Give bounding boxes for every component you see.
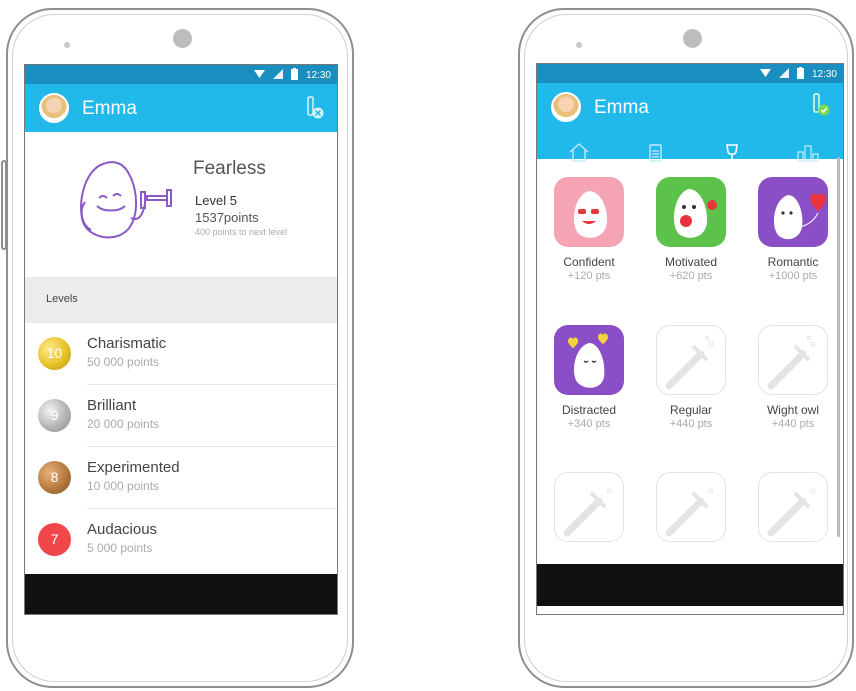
locked-toothbrush-icon <box>554 472 624 542</box>
level-name: Brilliant <box>87 397 137 414</box>
user-name: Emma <box>82 98 137 119</box>
badge-name: Motivated <box>664 255 718 269</box>
locked-toothbrush-icon <box>758 472 828 542</box>
badge-points: +440 pts <box>669 418 713 430</box>
current-points: 1537points <box>195 210 259 225</box>
level-row-experimented[interactable]: 8 Experimented 10 000 points <box>25 447 337 509</box>
wifi-icon <box>253 69 265 82</box>
signal-icon <box>778 68 789 81</box>
gold-medal-icon: 10 <box>38 337 71 370</box>
wifi-icon <box>759 68 771 81</box>
badge-name: Regular <box>669 403 713 417</box>
scrollbar[interactable] <box>837 157 840 537</box>
sensor-dot <box>576 42 582 48</box>
romantic-badge-icon <box>758 177 828 247</box>
badge-name: Confident <box>563 255 615 269</box>
level-row-audacious[interactable]: 7 Audacious 5 000 points <box>25 509 337 571</box>
levels-header: Levels <box>25 277 337 323</box>
badge-locked[interactable] <box>646 472 736 542</box>
left-screen: 12:30 Emma Fearless Level 5 1537points 4… <box>24 64 338 615</box>
tab-tasks[interactable] <box>642 141 668 165</box>
distracted-badge-icon <box>554 325 624 395</box>
user-name: Emma <box>594 97 649 118</box>
locked-toothbrush-icon <box>656 472 726 542</box>
side-button <box>1 160 7 250</box>
status-bar: 12:30 <box>25 65 337 84</box>
level-name: Experimented <box>87 459 180 476</box>
battery-icon <box>796 67 804 82</box>
tab-stats[interactable] <box>795 141 821 165</box>
clipboard-icon <box>649 144 662 162</box>
front-camera <box>173 29 192 48</box>
badge-name: Distracted <box>561 403 617 417</box>
silver-medal-icon: 9 <box>38 399 71 432</box>
locked-toothbrush-icon <box>758 325 828 395</box>
front-camera <box>683 29 702 48</box>
status-time: 12:30 <box>305 70 331 81</box>
tab-achievements[interactable] <box>719 141 745 165</box>
badge-distracted[interactable]: Distracted +340 pts <box>544 325 634 430</box>
level-points: 50 000 points <box>87 355 160 369</box>
avatar[interactable] <box>551 92 581 122</box>
badge-wight-owl-locked[interactable]: Wight owl +440 pts <box>748 325 838 430</box>
sensor-dot <box>64 42 70 48</box>
level-points: 10 000 points <box>87 479 160 493</box>
confident-badge-icon <box>554 177 624 247</box>
system-nav-bar <box>537 564 843 606</box>
red-medal-icon: 7 <box>38 523 71 556</box>
badge-points: +440 pts <box>771 418 815 430</box>
locked-toothbrush-icon <box>656 325 726 395</box>
level-row-charismatic[interactable]: 10 Charismatic 50 000 points <box>25 323 337 385</box>
battery-icon <box>290 68 298 83</box>
avatar[interactable] <box>39 93 69 123</box>
level-name: Audacious <box>87 521 158 538</box>
toothbrush-connected-icon[interactable] <box>811 93 831 117</box>
badge-motivated[interactable]: Motivated +620 pts <box>646 177 736 282</box>
badge-regular-locked[interactable]: Regular +440 pts <box>646 325 736 430</box>
bar-chart-icon <box>797 145 819 162</box>
next-level-hint: 400 points to next level <box>195 227 288 237</box>
badge-locked[interactable] <box>544 472 634 542</box>
level-points: 5 000 points <box>87 541 153 555</box>
motivated-badge-icon <box>656 177 726 247</box>
status-bar: 12:30 <box>537 64 843 83</box>
app-bar: Emma <box>25 84 337 132</box>
level-points: 20 000 points <box>87 417 160 431</box>
profile-card: Fearless Level 5 1537points 400 points t… <box>25 132 337 278</box>
badge-name: Wight owl <box>766 403 819 417</box>
right-screen: 12:30 Emma Confident +120 pts Motivated … <box>536 63 844 615</box>
level-row-brilliant[interactable]: 9 Brilliant 20 000 points <box>25 385 337 447</box>
badge-confident[interactable]: Confident +120 pts <box>544 177 634 282</box>
badge-locked[interactable] <box>748 472 838 542</box>
badge-points: +120 pts <box>567 270 611 282</box>
system-nav-bar <box>25 574 337 614</box>
bronze-medal-icon: 8 <box>38 461 71 494</box>
home-icon <box>569 143 589 162</box>
badge-points: +620 pts <box>669 270 713 282</box>
badge-name: Romantic <box>767 255 819 269</box>
rank-title: Fearless <box>193 158 266 179</box>
signal-icon <box>272 69 283 82</box>
badge-points: +340 pts <box>567 418 611 430</box>
app-bar: Emma <box>537 83 843 162</box>
current-level: Level 5 <box>195 193 237 208</box>
level-name: Charismatic <box>87 335 167 352</box>
toothbrush-disconnected-icon[interactable] <box>305 96 325 120</box>
fearless-mascot-icon <box>73 152 183 249</box>
levels-header-label: Levels <box>46 293 78 305</box>
badge-points: +1000 pts <box>768 270 818 282</box>
tab-bar <box>537 139 843 169</box>
badge-romantic[interactable]: Romantic +1000 pts <box>748 177 838 282</box>
trophy-icon <box>726 144 738 162</box>
tab-home[interactable] <box>566 141 592 165</box>
status-time: 12:30 <box>811 69 837 80</box>
